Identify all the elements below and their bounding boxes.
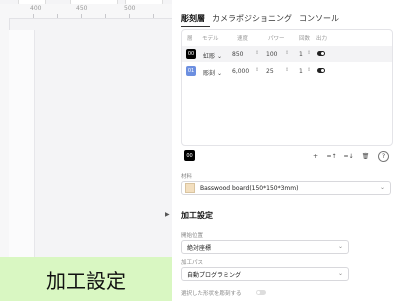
material-swatch — [185, 183, 195, 193]
process-settings-banner: 加工設定 — [0, 257, 172, 301]
tab-console[interactable]: コンソール — [299, 13, 339, 24]
layer-table-header: 層 モデル 速度 パワー 回数 出力 — [182, 30, 392, 44]
active-tab-indicator — [181, 26, 210, 27]
chevron-down-icon: ⌄ — [337, 270, 343, 277]
processing-path-label: 加工パス — [181, 260, 204, 266]
power-stepper-icon[interactable]: ⇕ — [285, 67, 289, 73]
power-stepper-icon[interactable]: ⇕ — [285, 50, 289, 56]
layer-passes[interactable]: 1 — [299, 51, 303, 58]
column-header: 層 — [187, 36, 193, 42]
move-down-icon[interactable]: =↓ — [343, 151, 354, 162]
speed-stepper-icon[interactable]: ⇕ — [255, 67, 259, 73]
layer-color-chip[interactable]: 01 — [186, 66, 196, 76]
output-toggle[interactable] — [317, 51, 325, 56]
layer-color-chip[interactable]: 00 — [186, 49, 196, 59]
layer-power[interactable]: 25 — [266, 68, 274, 75]
layer-row[interactable]: 01 彫刻 ⌄ 6,000 ⇕ 25 ⇕ 1 ⇕ — [182, 63, 392, 79]
layer-table: 層 モデル 速度 パワー 回数 出力 00 虹彫 ⌄ 850 ⇕ 100 ⇕ 1… — [181, 29, 393, 146]
material-label: 材料 — [181, 174, 193, 180]
start-position-value: 絶対座標 — [187, 244, 212, 252]
layer-power[interactable]: 100 — [266, 51, 277, 58]
engrave-selected-label: 選択した形状を彫刻する — [181, 291, 242, 297]
layer-speed[interactable]: 850 — [232, 51, 243, 58]
engrave-selected-toggle[interactable] — [256, 290, 266, 295]
layer-mode-select[interactable]: 虹彫 ⌄ — [203, 51, 222, 60]
layer-row[interactable]: 00 虹彫 ⌄ 850 ⇕ 100 ⇕ 1 ⇕ — [182, 46, 392, 62]
trash-icon[interactable]: 🗑 — [360, 151, 371, 162]
layer-speed[interactable]: 6,000 — [232, 68, 249, 75]
column-header: 回数 — [299, 36, 311, 42]
start-position-label: 開始位置 — [181, 233, 204, 239]
start-position-select[interactable]: 絶対座標 ⌄ — [181, 240, 349, 254]
tab-engrave-layers[interactable]: 彫刻層 — [181, 13, 205, 24]
plus-icon[interactable]: + — [310, 151, 321, 162]
horizontal-ruler: 400 450 500 — [0, 4, 172, 19]
output-toggle[interactable] — [317, 68, 325, 73]
panel-tabs: 彫刻層 カメラポジショニング コンソール — [181, 13, 339, 24]
chevron-down-icon: ⌄ — [379, 184, 385, 191]
passes-stepper-icon[interactable]: ⇕ — [307, 50, 311, 56]
help-icon[interactable]: ? — [378, 151, 389, 162]
layer-passes[interactable]: 1 — [299, 68, 303, 75]
layer-mode-select[interactable]: 彫刻 ⌄ — [203, 68, 222, 77]
collapse-panel-icon[interactable]: ▶ — [165, 211, 170, 218]
processing-path-select[interactable]: 自動プログラミング ⌄ — [181, 267, 349, 281]
ruler-label: 400 — [30, 5, 42, 12]
side-panel: 彫刻層 カメラポジショニング コンソール 層 モデル 速度 パワー 回数 出力 … — [172, 0, 401, 301]
material-value: Basswood board(150*150*3mm) — [200, 184, 299, 192]
material-select[interactable]: Basswood board(150*150*3mm) ⌄ — [181, 181, 391, 195]
speed-stepper-icon[interactable]: ⇕ — [255, 50, 259, 56]
column-header: 速度 — [237, 36, 249, 42]
move-up-icon[interactable]: =↑ — [326, 151, 337, 162]
ruler-label: 500 — [124, 5, 136, 12]
passes-stepper-icon[interactable]: ⇕ — [307, 67, 311, 73]
column-header: パワー — [268, 36, 285, 42]
tab-camera-positioning[interactable]: カメラポジショニング — [212, 13, 292, 24]
processing-path-value: 自動プログラミング — [187, 271, 242, 279]
ruler-label: 450 — [76, 5, 88, 12]
design-canvas[interactable]: 400 450 500 加工設定 ▶ — [0, 0, 172, 301]
banner-text: 加工設定 — [46, 268, 126, 293]
column-header: モデル — [202, 36, 219, 42]
column-header: 出力 — [316, 36, 328, 42]
process-settings-title: 加工設定 — [181, 211, 213, 220]
selected-layer-chip[interactable]: 00 — [184, 150, 195, 161]
chevron-down-icon: ⌄ — [337, 243, 343, 250]
